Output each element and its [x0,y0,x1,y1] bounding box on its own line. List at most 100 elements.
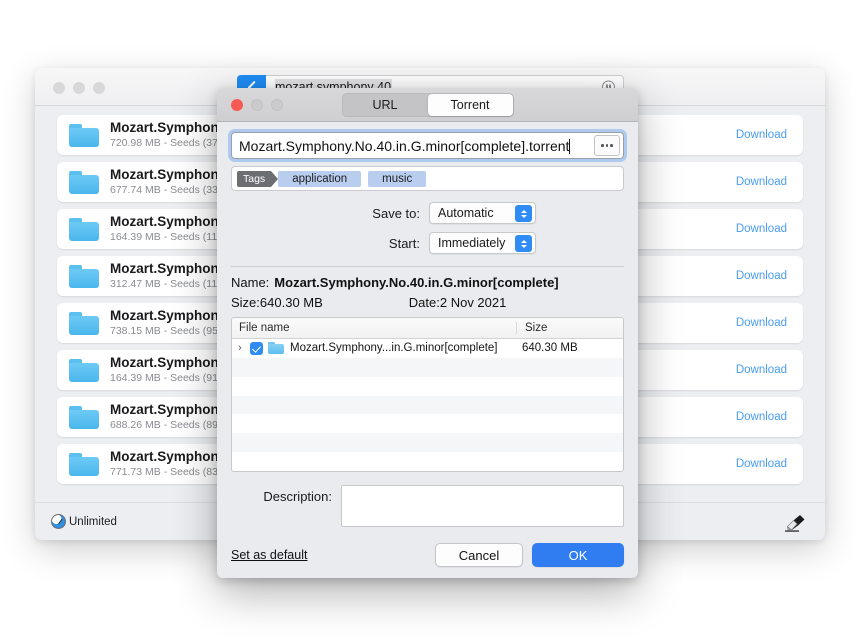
table-row-empty [232,414,623,433]
eraser-icon[interactable] [781,511,807,533]
minimize-button[interactable] [73,82,85,94]
chevron-updown-icon [515,235,532,252]
set-as-default-link[interactable]: Set as default [231,548,307,562]
table-row-empty [232,452,623,471]
download-link[interactable]: Download [736,176,787,188]
folder-icon [69,359,99,382]
close-button[interactable] [53,82,65,94]
source-type-segmented-control: URL Torrent [342,93,514,117]
row-file-size: 640.30 MB [516,342,623,354]
tag-chip-music[interactable]: music [368,171,426,187]
footer-buttons: Cancel OK [435,543,624,567]
row-file-name: Mozart.Symphony...in.G.minor[complete] [290,342,498,354]
table-header: File name Size [232,318,623,339]
date-label: Date: [409,295,440,310]
dialog-traffic-lights [231,99,283,111]
speed-limit-label[interactable]: Unlimited [69,516,117,528]
tags-field[interactable]: Tags application music [231,166,624,191]
name-label: Name: [231,275,269,290]
speedometer-icon[interactable] [51,514,66,529]
description-input[interactable] [341,485,624,527]
result-title: Mozart.Symphony. [110,402,229,418]
file-table: File name Size › Mozart.Symphony...in.G.… [231,317,624,472]
torrent-file-value: Mozart.Symphony.No.40.in.G.minor[complet… [239,138,594,154]
result-meta: 688.26 MB - Seeds (89) [110,418,229,432]
folder-icon [69,171,99,194]
folder-icon [69,218,99,241]
folder-icon [69,453,99,476]
table-row[interactable]: › Mozart.Symphony...in.G.minor[complete]… [232,339,623,358]
folder-icon [69,124,99,147]
download-link[interactable]: Download [736,364,787,376]
options-form: Save to: Automatic Start: Immediately [231,202,624,262]
torrent-file-row: Mozart.Symphony.No.40.in.G.minor[complet… [231,132,624,159]
description-label: Description: [231,485,341,504]
download-link[interactable]: Download [736,458,787,470]
ok-button[interactable]: OK [532,543,624,567]
zoom-button[interactable] [93,82,105,94]
size-group: Size: 640.30 MB [231,295,323,310]
dialog-footer: Set as default Cancel OK [217,527,638,578]
date-group: Date: 2 Nov 2021 [409,295,507,310]
size-value: 640.30 MB [260,295,323,310]
torrent-file-input[interactable]: Mozart.Symphony.No.40.in.G.minor[complet… [231,132,624,159]
start-select[interactable]: Immediately [429,232,536,254]
download-link[interactable]: Download [736,411,787,423]
name-value: Mozart.Symphony.No.40.in.G.minor[complet… [274,275,558,290]
divider [231,266,624,267]
result-meta: 312.47 MB - Seeds (111) [110,277,229,291]
dialog-body: Mozart.Symphony.No.40.in.G.minor[complet… [217,122,638,527]
torrent-meta-line: Size: 640.30 MB Date: 2 Nov 2021 [231,295,624,310]
dialog-titlebar: URL Torrent [217,88,638,122]
result-meta: 738.15 MB - Seeds (95) [110,324,229,338]
result-meta: 164.39 MB - Seeds (113) [110,230,229,244]
result-meta: 720.98 MB - Seeds (378) [110,136,229,150]
traffic-lights [53,82,105,94]
zoom-button [271,99,283,111]
result-meta: 677.74 MB - Seeds (336) [110,183,227,197]
tab-torrent[interactable]: Torrent [428,94,513,116]
result-title: Mozart.Symphony. [110,120,229,136]
result-meta: 164.39 MB - Seeds (91) [110,371,229,385]
torrent-name-line: Name: Mozart.Symphony.No.40.in.G.minor[c… [231,275,624,290]
folder-icon [69,406,99,429]
tag-chip-application[interactable]: application [278,171,361,187]
folder-icon [268,342,284,354]
column-file-name: File name [232,322,516,334]
description-row: Description: [231,485,624,527]
result-title: Mozart.Symphony. [110,261,229,277]
download-link[interactable]: Download [736,317,787,329]
result-meta: 771.73 MB - Seeds (83) [110,465,229,479]
download-link[interactable]: Download [736,223,787,235]
result-title: Mozart.Symphony. [110,308,229,324]
size-label: Size: [231,295,260,310]
minimize-button [251,99,263,111]
table-row-empty [232,358,623,377]
start-row: Start: Immediately [231,232,624,254]
chevron-right-icon[interactable]: › [238,342,250,354]
row-checkbox[interactable] [250,342,263,355]
result-title: Mozart.Symphony. [110,449,229,465]
screen: mozart symphony 40 Mozart.Symphony. 720.… [0,0,860,640]
result-title: Mozart.Symphony [110,167,227,183]
table-row-empty [232,377,623,396]
ellipsis-icon[interactable] [594,135,620,156]
download-link[interactable]: Download [736,129,787,141]
save-to-label: Save to: [319,206,429,221]
save-to-value: Automatic [438,206,494,220]
tab-url[interactable]: URL [343,94,428,116]
cancel-button[interactable]: Cancel [435,543,523,567]
table-row-empty [232,396,623,415]
folder-icon [69,265,99,288]
close-button[interactable] [231,99,243,111]
download-link[interactable]: Download [736,270,787,282]
add-torrent-dialog: URL Torrent Mozart.Symphony.No.40.in.G.m… [217,88,638,578]
tags-label: Tags [237,171,271,187]
table-row-empty [232,433,623,452]
chevron-updown-icon [515,205,532,222]
start-label: Start: [319,236,429,251]
start-value: Immediately [438,236,505,250]
save-to-row: Save to: Automatic [231,202,624,224]
column-size: Size [516,322,623,334]
save-to-select[interactable]: Automatic [429,202,536,224]
